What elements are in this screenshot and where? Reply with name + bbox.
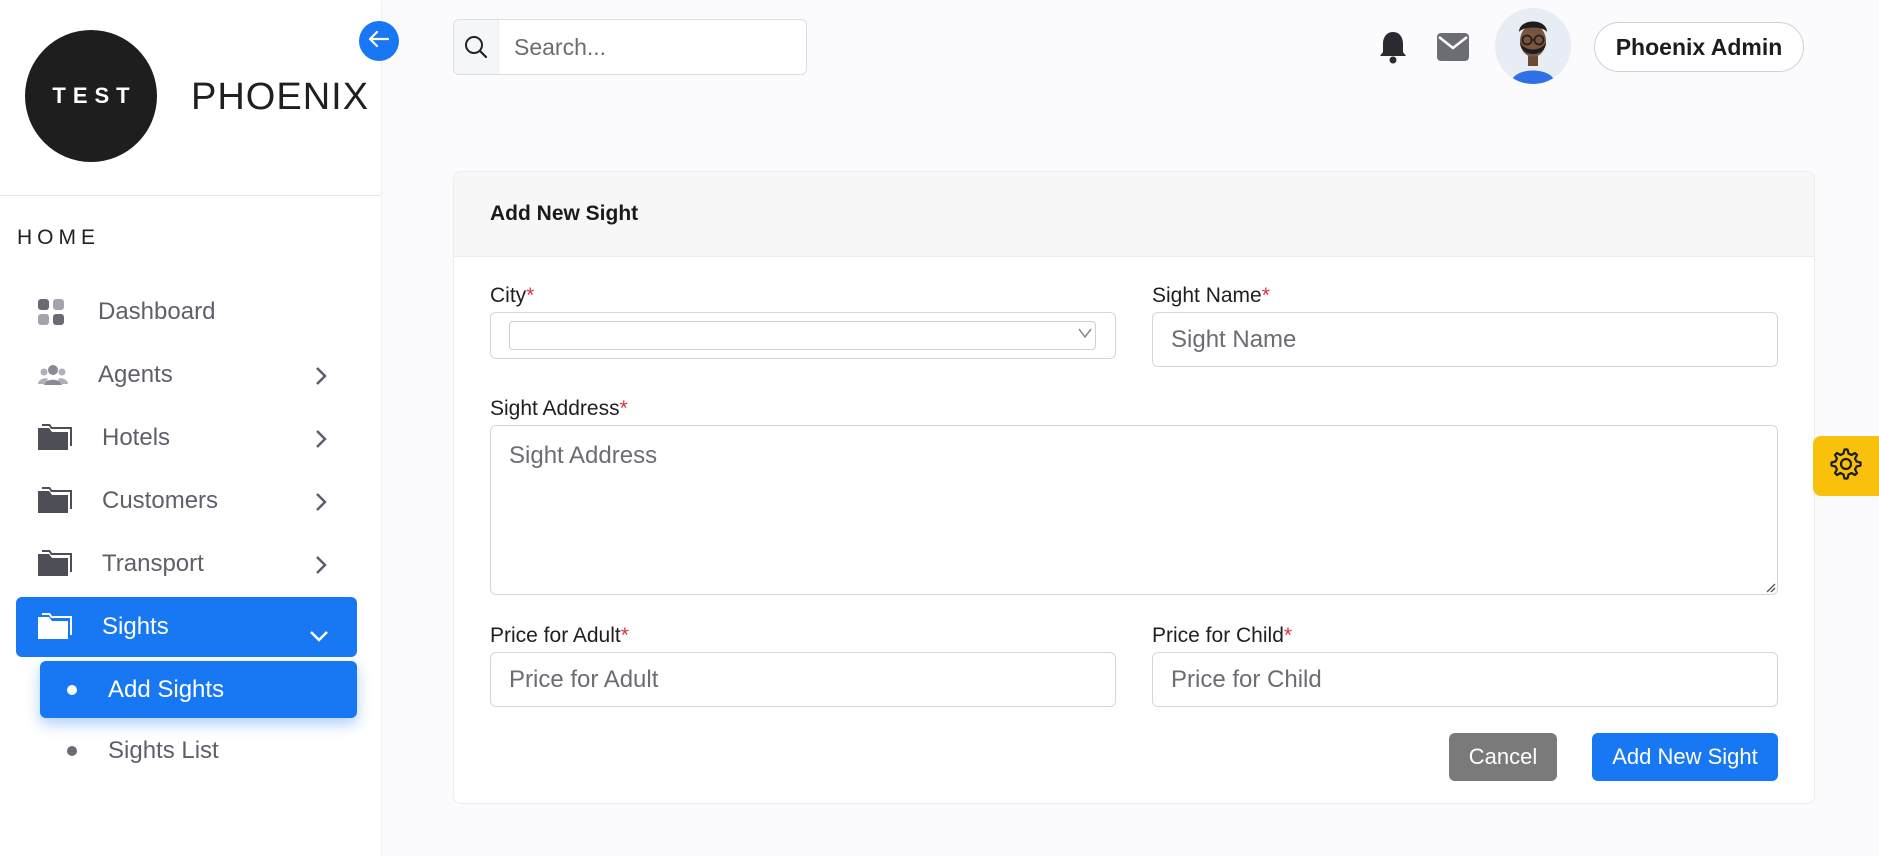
dashboard-grid-icon: [38, 299, 80, 325]
sight-name-input[interactable]: [1152, 312, 1778, 367]
price-child-input[interactable]: [1152, 652, 1778, 707]
search-icon[interactable]: [454, 20, 499, 74]
price-child-label-text: Price for Child: [1152, 624, 1284, 647]
nav-section-title: HOME: [17, 226, 100, 249]
chevron-right-icon: [315, 365, 327, 393]
add-sight-card: Add New Sight City* Sight Name* Sight Ad…: [453, 171, 1815, 804]
bullet-dot-icon: [67, 745, 77, 756]
gear-icon: [1830, 447, 1862, 485]
sight-name-label: Sight Name*: [1152, 284, 1270, 308]
settings-tab[interactable]: [1813, 436, 1879, 496]
sidebar-item-transport[interactable]: Transport: [16, 534, 357, 594]
folder-icon: [38, 487, 80, 515]
folder-icon: [38, 424, 80, 452]
price-adult-label: Price for Adult*: [490, 624, 629, 648]
arrow-left-icon: [368, 30, 390, 53]
bell-icon[interactable]: [1379, 30, 1407, 69]
city-label-text: City: [490, 284, 527, 307]
sight-address-textarea[interactable]: [490, 425, 1778, 595]
sidebar-subitem-sights-list[interactable]: Sights List: [40, 722, 357, 779]
sidebar-item-label: Sights: [102, 613, 169, 640]
sidebar-item-customers[interactable]: Customers: [16, 471, 357, 531]
search-input[interactable]: [499, 33, 799, 61]
sidebar-item-label: Hotels: [102, 424, 171, 451]
bullet-dot-icon: [67, 684, 77, 695]
sidebar-item-label: Dashboard: [98, 298, 216, 325]
city-select[interactable]: [490, 312, 1116, 359]
city-select-inner[interactable]: [509, 321, 1096, 350]
user-menu-button[interactable]: Phoenix Admin: [1594, 22, 1804, 72]
sidebar: TEST PHOENIX HOME Dashboard Agents Hotel…: [0, 0, 382, 856]
brand-area: TEST PHOENIX: [0, 0, 381, 196]
sight-name-label-text: Sight Name: [1152, 284, 1262, 307]
brand-name: PHOENIX: [191, 76, 370, 118]
users-group-icon: [38, 364, 80, 386]
folder-icon: [38, 550, 80, 578]
sidebar-subitem-label: Add Sights: [108, 675, 225, 703]
city-label: City*: [490, 284, 534, 308]
chevron-right-icon: [315, 491, 327, 519]
brand-logo[interactable]: TEST: [25, 30, 157, 162]
resize-handle-icon[interactable]: [1764, 580, 1776, 598]
sidebar-item-sights[interactable]: Sights: [16, 597, 357, 657]
cancel-button[interactable]: Cancel: [1449, 733, 1557, 781]
mail-icon[interactable]: [1437, 33, 1469, 66]
sidebar-item-label: Transport: [102, 550, 204, 577]
chevron-right-icon: [315, 428, 327, 456]
chevron-right-icon: [315, 554, 327, 582]
sidebar-item-label: Agents: [98, 361, 173, 388]
user-avatar[interactable]: [1495, 8, 1571, 84]
sidebar-nav: Dashboard Agents Hotels Customers Transp…: [16, 282, 357, 779]
search-box: [453, 19, 807, 75]
sidebar-item-hotels[interactable]: Hotels: [16, 408, 357, 468]
required-mark: *: [619, 397, 628, 420]
card-title: Add New Sight: [454, 172, 1814, 257]
add-new-sight-button[interactable]: Add New Sight: [1592, 733, 1778, 781]
sidebar-subitem-add-sights[interactable]: Add Sights: [40, 661, 357, 718]
sight-address-label: Sight Address*: [490, 397, 628, 421]
required-mark: *: [620, 624, 629, 647]
collapse-sidebar-button[interactable]: [359, 21, 399, 61]
price-child-label: Price for Child*: [1152, 624, 1292, 648]
required-mark: *: [1283, 624, 1293, 647]
required-mark: *: [1261, 284, 1270, 307]
price-adult-label-text: Price for Adult: [490, 624, 621, 647]
sidebar-subitem-label: Sights List: [108, 736, 219, 764]
chevron-down-icon: [309, 621, 329, 649]
chevron-down-icon: [1077, 326, 1093, 345]
required-mark: *: [526, 284, 535, 307]
sidebar-item-label: Customers: [102, 487, 219, 514]
folder-icon: [38, 613, 80, 641]
sight-address-label-text: Sight Address: [490, 397, 620, 420]
price-adult-input[interactable]: [490, 652, 1116, 707]
sidebar-item-dashboard[interactable]: Dashboard: [16, 282, 357, 342]
sidebar-item-agents[interactable]: Agents: [16, 345, 357, 405]
